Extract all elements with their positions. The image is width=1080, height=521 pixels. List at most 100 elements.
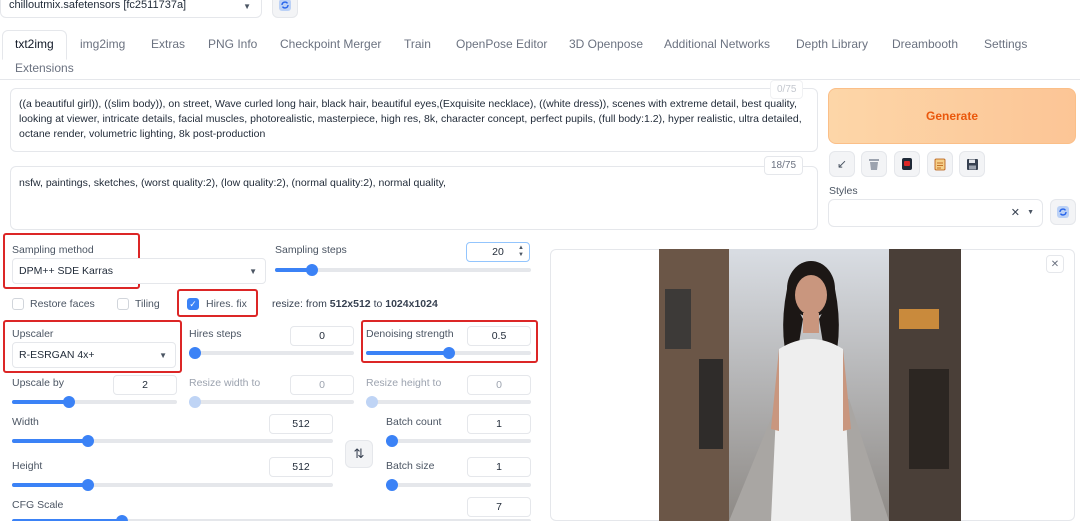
close-icon: ✕ <box>1050 258 1060 270</box>
clear-icon[interactable]: ✕ <box>1011 206 1020 219</box>
resize-height-input[interactable]: 0 <box>467 375 531 395</box>
sampling-steps-value: 20 <box>492 246 504 258</box>
cfg-scale-input[interactable]: 7 <box>467 497 531 517</box>
swap-dimensions-button[interactable]: ⇅ <box>345 440 373 468</box>
denoising-strength-slider[interactable] <box>366 347 531 359</box>
model-select-value: chilloutmix.safetensors [fc2511737a] <box>9 0 187 11</box>
resize-width-input[interactable]: 0 <box>290 375 354 395</box>
upscaler-dropdown[interactable]: R-ESRGAN 4x+ ▼ <box>12 342 176 368</box>
sampling-method-dropdown[interactable]: DPM++ SDE Karras ▼ <box>12 258 266 284</box>
tab-txt2img[interactable]: txt2img <box>2 30 67 60</box>
clipboard-icon <box>934 158 946 170</box>
tab-3d-openpose[interactable]: 3D Openpose <box>569 37 643 51</box>
close-image-button[interactable]: ✕ <box>1046 255 1064 273</box>
spinner-icon[interactable]: ▲ ▼ <box>518 245 524 259</box>
hires-steps-input[interactable]: 0 <box>290 326 354 346</box>
prompt-textarea[interactable]: ((a beautiful girl)), ((slim body)), on … <box>10 88 818 152</box>
tab-train[interactable]: Train <box>404 37 431 51</box>
swap-arrows-icon: ⇅ <box>353 446 365 461</box>
restore-faces-checkbox[interactable] <box>12 298 24 310</box>
model-refresh-button[interactable] <box>272 0 298 18</box>
height-value: 512 <box>292 461 310 473</box>
denoising-strength-label: Denoising strength <box>366 328 454 340</box>
resize-height-slider[interactable] <box>366 396 531 408</box>
height-input[interactable]: 512 <box>269 457 333 477</box>
tab-extras[interactable]: Extras <box>151 37 185 51</box>
chevron-down-icon: ▼ <box>159 351 167 360</box>
resize-width-label: Resize width to <box>189 377 261 389</box>
batch-size-input[interactable]: 1 <box>467 457 531 477</box>
cfg-scale-label: CFG Scale <box>12 499 64 511</box>
negative-token-counter: 18/75 <box>764 156 804 175</box>
upscale-by-slider[interactable] <box>12 396 177 408</box>
tab-settings[interactable]: Settings <box>984 37 1027 51</box>
resize-width-slider[interactable] <box>189 396 354 408</box>
resize-info: resize: from 512x512 to 1024x1024 <box>272 298 438 310</box>
sampling-steps-input[interactable]: 20 ▲ ▼ <box>466 242 530 262</box>
denoising-strength-input[interactable]: 0.5 <box>467 326 531 346</box>
styles-label: Styles <box>829 185 858 197</box>
batch-size-value: 1 <box>496 461 502 473</box>
check-icon: ✓ <box>189 299 197 309</box>
tab-openpose-editor[interactable]: OpenPose Editor <box>456 37 547 51</box>
chevron-down-icon: ▼ <box>1027 209 1034 216</box>
hires-steps-label: Hires steps <box>189 328 242 340</box>
width-label: Width <box>12 416 39 428</box>
width-slider[interactable] <box>12 435 333 447</box>
clear-prompt-button[interactable] <box>861 151 887 177</box>
hires-fix-checkbox[interactable]: ✓ <box>187 298 199 310</box>
tiling-checkbox[interactable] <box>117 298 129 310</box>
width-input[interactable]: 512 <box>269 414 333 434</box>
hires-steps-value: 0 <box>319 330 325 342</box>
styles-dropdown[interactable]: ✕ ▼ <box>828 199 1043 227</box>
tab-img2img[interactable]: img2img <box>80 37 125 51</box>
tab-additional-networks[interactable]: Additional Networks <box>664 37 770 51</box>
hires-steps-slider[interactable] <box>189 347 354 359</box>
refresh-icon <box>279 0 291 11</box>
refresh-icon <box>1057 206 1069 218</box>
cfg-scale-value: 7 <box>496 501 502 513</box>
batch-size-slider[interactable] <box>386 479 531 491</box>
batch-count-slider[interactable] <box>386 435 531 447</box>
model-select[interactable]: chilloutmix.safetensors [fc2511737a] ▼ <box>0 0 262 18</box>
hires-fix-label: Hires. fix <box>206 298 247 310</box>
styles-refresh-button[interactable] <box>1050 199 1076 225</box>
tab-bar: txt2img img2img Extras PNG Info Checkpoi… <box>0 30 1080 80</box>
resize-width-value: 0 <box>319 379 325 391</box>
chevron-down-icon: ▼ <box>243 2 251 11</box>
denoising-strength-value: 0.5 <box>491 330 507 342</box>
tab-checkpoint-merger[interactable]: Checkpoint Merger <box>280 37 381 51</box>
tab-png-info[interactable]: PNG Info <box>208 37 257 51</box>
prompt-token-counter: 0/75 <box>770 80 804 99</box>
floppy-disk-icon <box>966 158 978 170</box>
generated-photo-placeholder <box>659 249 961 521</box>
upscale-by-input[interactable]: 2 <box>113 375 177 395</box>
sampling-steps-label: Sampling steps <box>275 244 347 256</box>
resize-height-label: Resize height to <box>366 377 442 389</box>
generate-button[interactable]: Generate <box>828 88 1076 144</box>
tiling-label: Tiling <box>135 298 160 310</box>
save-style-button[interactable] <box>959 151 985 177</box>
height-label: Height <box>12 460 43 472</box>
apply-style-button[interactable] <box>927 151 953 177</box>
trash-icon <box>869 158 879 170</box>
prompt-text: ((a beautiful girl)), ((slim body)), on … <box>19 98 802 140</box>
show-extra-networks-button[interactable] <box>894 151 920 177</box>
read-params-button[interactable]: ↙ <box>829 151 855 177</box>
upscaler-label: Upscaler <box>12 328 54 340</box>
upscale-by-value: 2 <box>142 379 148 391</box>
height-slider[interactable] <box>12 479 333 491</box>
generated-image[interactable] <box>659 249 961 521</box>
tab-extensions[interactable]: Extensions <box>15 61 74 75</box>
tab-dreambooth[interactable]: Dreambooth <box>892 37 958 51</box>
sampling-steps-slider[interactable] <box>275 264 531 276</box>
negative-prompt-text: nsfw, paintings, sketches, (worst qualit… <box>19 177 446 189</box>
cfg-scale-slider[interactable] <box>12 515 531 521</box>
tab-depth-library[interactable]: Depth Library <box>796 37 868 51</box>
batch-count-input[interactable]: 1 <box>467 414 531 434</box>
arrow-down-left-icon: ↙ <box>836 157 848 171</box>
batch-count-label: Batch count <box>386 416 442 428</box>
negative-prompt-textarea[interactable]: nsfw, paintings, sketches, (worst qualit… <box>10 166 818 230</box>
restore-faces-label: Restore faces <box>30 298 95 310</box>
chevron-down-icon: ▼ <box>249 267 257 276</box>
